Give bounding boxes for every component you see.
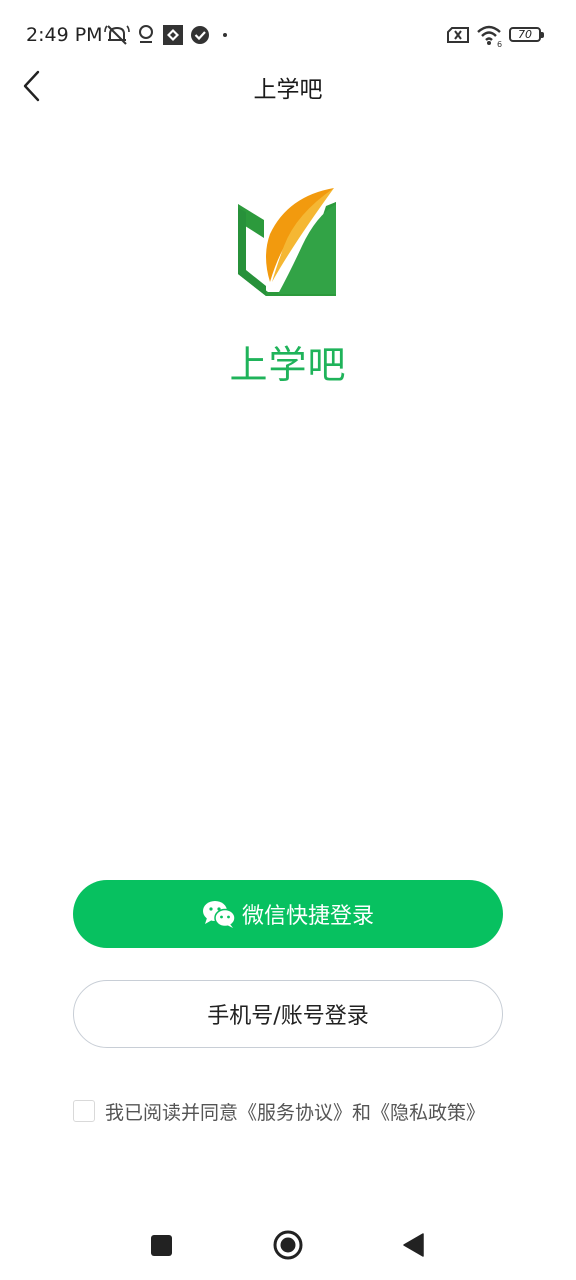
system-back-button[interactable] (401, 1232, 425, 1258)
wechat-login-button[interactable]: 微信快捷登录 (73, 880, 503, 948)
phone-login-label: 手机号/账号登录 (207, 1004, 369, 1029)
agreement-row: 我已阅读并同意《服务协议》和《隐私政策》 (73, 1097, 485, 1125)
check-icon (191, 26, 209, 44)
app-name: 上学吧 (229, 343, 347, 387)
sim-off-icon (447, 27, 469, 43)
wechat-icon (202, 901, 236, 928)
wechat-login-label: 微信快捷登录 (241, 904, 374, 929)
status-bar: 2:49 PM 6 70 (0, 0, 576, 70)
phone-login-button[interactable]: 手机号/账号登录 (73, 980, 503, 1048)
status-time: 2:49 PM (26, 24, 103, 46)
battery-level: 70 (518, 28, 532, 41)
notification-dot (223, 33, 227, 37)
battery-tip (541, 32, 544, 38)
agreement-text[interactable]: 我已阅读并同意《服务协议》和《隐私政策》 (105, 1098, 485, 1125)
svg-text:6: 6 (497, 40, 502, 48)
app-logo (238, 188, 336, 296)
page-title: 上学吧 (253, 77, 323, 103)
app-icon (163, 25, 183, 45)
mute-icon (104, 25, 130, 45)
location-icon (139, 25, 153, 43)
wifi-icon: 6 (477, 25, 502, 48)
agreement-checkbox[interactable] (73, 1100, 95, 1122)
home-button[interactable] (272, 1229, 304, 1261)
recent-apps-button[interactable] (151, 1235, 172, 1256)
battery-icon: 70 (509, 27, 541, 42)
